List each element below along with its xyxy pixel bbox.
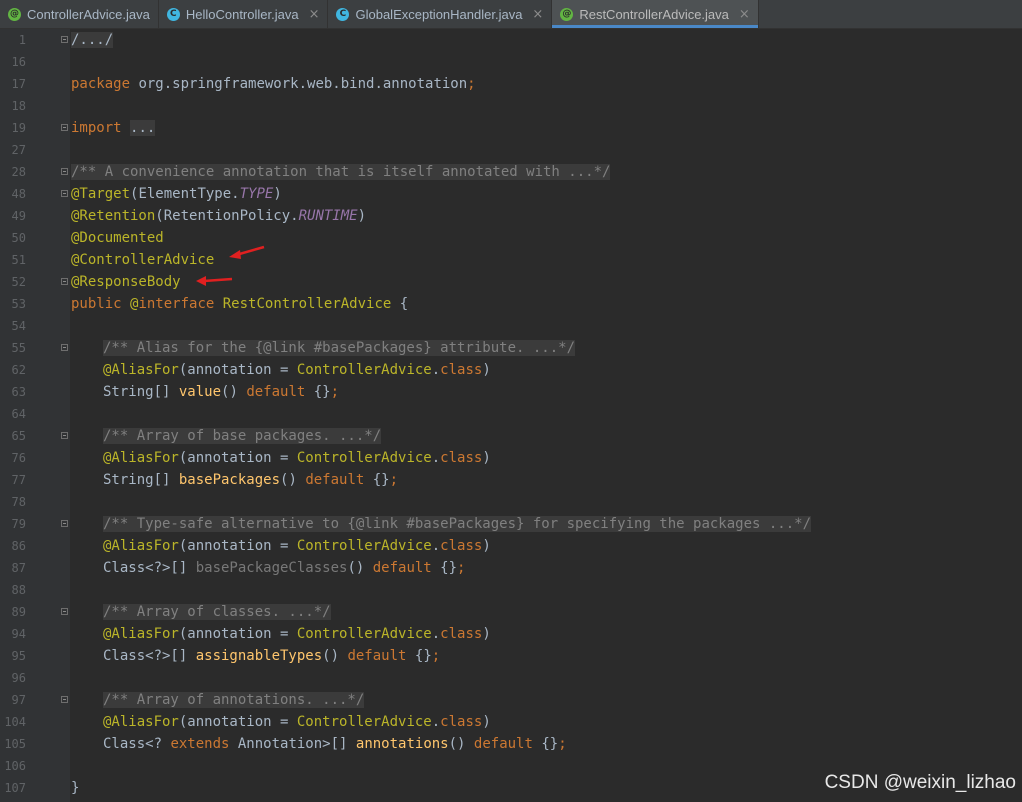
red-arrow-icon xyxy=(229,245,265,259)
csdn-watermark: CSDN @weixin_lizhao xyxy=(824,772,1016,793)
red-arrow-icon xyxy=(196,276,233,286)
annotation-arrows xyxy=(196,245,265,286)
